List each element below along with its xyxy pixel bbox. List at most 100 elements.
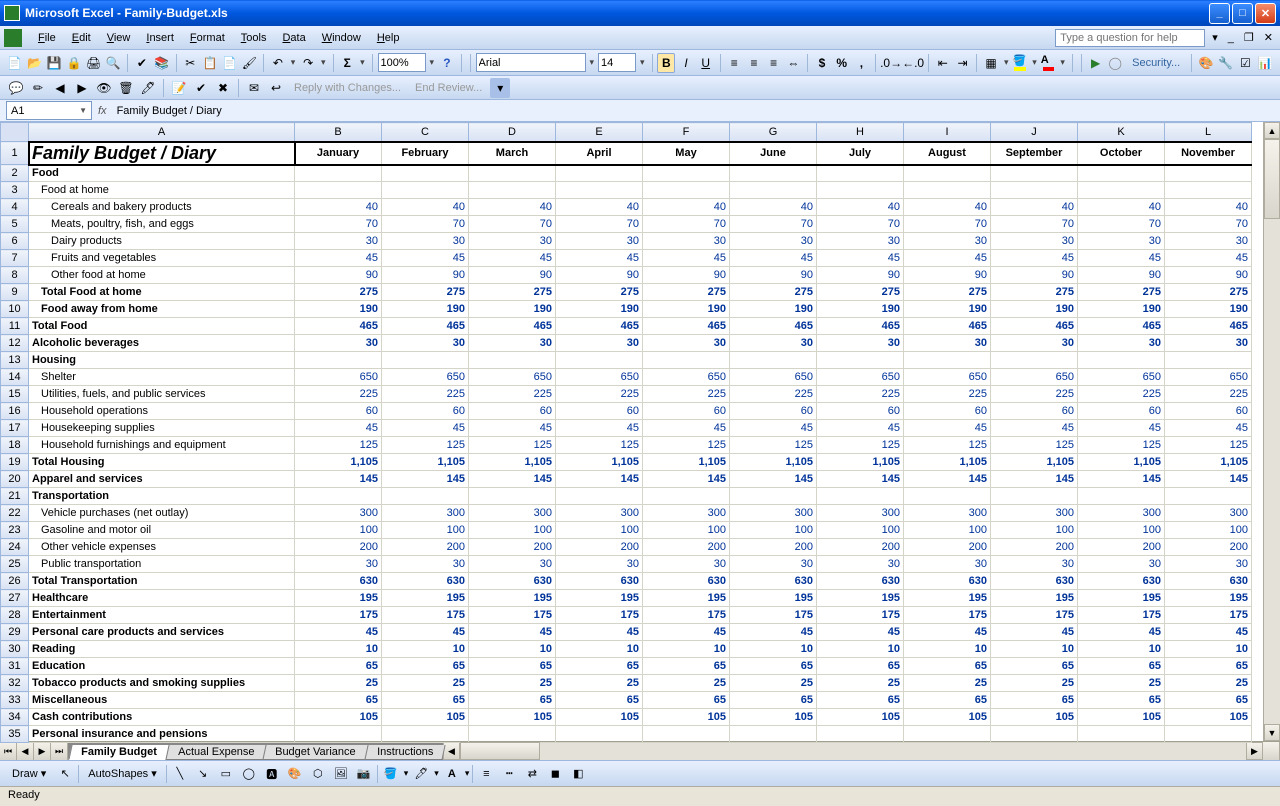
cell-F22[interactable]: 300 <box>643 505 730 522</box>
cell-C29[interactable]: 45 <box>382 624 469 641</box>
cell-L1[interactable]: November <box>1165 142 1252 165</box>
cell-J30[interactable]: 10 <box>991 641 1078 658</box>
cell-F19[interactable]: 1,105 <box>643 454 730 471</box>
col-header-I[interactable]: I <box>904 123 991 142</box>
cell-E34[interactable]: 105 <box>556 709 643 726</box>
cell-I5[interactable]: 70 <box>904 216 991 233</box>
cell-H28[interactable]: 175 <box>817 607 904 624</box>
cell-E22[interactable]: 300 <box>556 505 643 522</box>
cell-K13[interactable] <box>1078 352 1165 369</box>
doc-minimize-button[interactable]: _ <box>1225 32 1237 44</box>
cell-B16[interactable]: 60 <box>295 403 382 420</box>
cell-K8[interactable]: 90 <box>1078 267 1165 284</box>
cell-E13[interactable] <box>556 352 643 369</box>
cell-J8[interactable]: 90 <box>991 267 1078 284</box>
cell-J27[interactable]: 195 <box>991 590 1078 607</box>
cell-C23[interactable]: 100 <box>382 522 469 539</box>
cell-H23[interactable]: 100 <box>817 522 904 539</box>
cell-D23[interactable]: 100 <box>469 522 556 539</box>
row-header-17[interactable]: 17 <box>1 420 29 437</box>
cell-J17[interactable]: 45 <box>991 420 1078 437</box>
cell-A15[interactable]: Utilities, fuels, and public services <box>29 386 295 403</box>
cell-D24[interactable]: 200 <box>469 539 556 556</box>
cell-H3[interactable] <box>817 182 904 199</box>
cell-F9[interactable]: 275 <box>643 284 730 301</box>
cell-E6[interactable]: 30 <box>556 233 643 250</box>
row-header-8[interactable]: 8 <box>1 267 29 284</box>
cell-L9[interactable]: 275 <box>1165 284 1252 301</box>
menu-format[interactable]: Format <box>182 30 233 46</box>
cell-G31[interactable]: 65 <box>730 658 817 675</box>
row-header-9[interactable]: 9 <box>1 284 29 301</box>
rectangle-icon[interactable]: ▭ <box>216 764 236 784</box>
cell-K26[interactable]: 630 <box>1078 573 1165 590</box>
cell-B33[interactable]: 65 <box>295 692 382 709</box>
col-header-H[interactable]: H <box>817 123 904 142</box>
cell-A18[interactable]: Household furnishings and equipment <box>29 437 295 454</box>
cell-C8[interactable]: 90 <box>382 267 469 284</box>
menu-window[interactable]: Window <box>314 30 369 46</box>
cell-F8[interactable]: 90 <box>643 267 730 284</box>
cell-I3[interactable] <box>904 182 991 199</box>
spelling-icon[interactable]: ✔ <box>133 53 151 73</box>
cell-G13[interactable] <box>730 352 817 369</box>
toolbar-options-icon[interactable]: ▾ <box>490 78 510 98</box>
cell-F2[interactable] <box>643 165 730 182</box>
cell-B10[interactable]: 190 <box>295 301 382 318</box>
diagram-icon[interactable]: ⬡ <box>308 764 328 784</box>
cell-J18[interactable]: 125 <box>991 437 1078 454</box>
cell-K28[interactable]: 175 <box>1078 607 1165 624</box>
cell-E23[interactable]: 100 <box>556 522 643 539</box>
cell-C11[interactable]: 465 <box>382 318 469 335</box>
increase-decimal-icon[interactable]: .0→ <box>881 53 901 73</box>
delete-comment-icon[interactable]: 🗑 <box>116 78 136 98</box>
cell-F21[interactable] <box>643 488 730 505</box>
cell-A35[interactable]: Personal insurance and pensions <box>29 726 295 743</box>
cell-E24[interactable]: 200 <box>556 539 643 556</box>
cell-B12[interactable]: 30 <box>295 335 382 352</box>
tool4-icon[interactable]: 📊 <box>1256 53 1274 73</box>
cell-J21[interactable] <box>991 488 1078 505</box>
cell-L32[interactable]: 25 <box>1165 675 1252 692</box>
cell-G32[interactable]: 25 <box>730 675 817 692</box>
cell-G5[interactable]: 70 <box>730 216 817 233</box>
sheet-tab-family-budget[interactable]: Family Budget <box>68 745 169 760</box>
cell-E29[interactable]: 45 <box>556 624 643 641</box>
cell-C31[interactable]: 65 <box>382 658 469 675</box>
cell-J10[interactable]: 190 <box>991 301 1078 318</box>
cell-I11[interactable]: 465 <box>904 318 991 335</box>
hscroll-thumb[interactable] <box>460 742 540 760</box>
cell-F14[interactable]: 650 <box>643 369 730 386</box>
row-header-2[interactable]: 2 <box>1 165 29 182</box>
cell-H4[interactable]: 40 <box>817 199 904 216</box>
cell-L15[interactable]: 225 <box>1165 386 1252 403</box>
cell-J5[interactable]: 70 <box>991 216 1078 233</box>
cell-F3[interactable] <box>643 182 730 199</box>
cell-K5[interactable]: 70 <box>1078 216 1165 233</box>
cell-G29[interactable]: 45 <box>730 624 817 641</box>
cell-K21[interactable] <box>1078 488 1165 505</box>
cell-A2[interactable]: Food <box>29 165 295 182</box>
cell-C30[interactable]: 10 <box>382 641 469 658</box>
cell-G19[interactable]: 1,105 <box>730 454 817 471</box>
cell-I8[interactable]: 90 <box>904 267 991 284</box>
cell-D12[interactable]: 30 <box>469 335 556 352</box>
cell-C2[interactable] <box>382 165 469 182</box>
cell-L2[interactable] <box>1165 165 1252 182</box>
fill-dropdown-icon[interactable]: ▾ <box>1030 57 1039 68</box>
cell-J14[interactable]: 650 <box>991 369 1078 386</box>
cell-F25[interactable]: 30 <box>643 556 730 573</box>
cell-D5[interactable]: 70 <box>469 216 556 233</box>
cell-K35[interactable] <box>1078 726 1165 743</box>
cell-H17[interactable]: 45 <box>817 420 904 437</box>
cell-H30[interactable]: 10 <box>817 641 904 658</box>
cell-A31[interactable]: Education <box>29 658 295 675</box>
cut-icon[interactable]: ✂ <box>181 53 199 73</box>
borders-icon[interactable]: ▦ <box>982 53 1000 73</box>
increase-indent-icon[interactable]: ⇥ <box>954 53 972 73</box>
decrease-decimal-icon[interactable]: ←.0 <box>903 53 923 73</box>
cell-H35[interactable] <box>817 726 904 743</box>
cell-I12[interactable]: 30 <box>904 335 991 352</box>
cell-E5[interactable]: 70 <box>556 216 643 233</box>
cell-A11[interactable]: Total Food <box>29 318 295 335</box>
